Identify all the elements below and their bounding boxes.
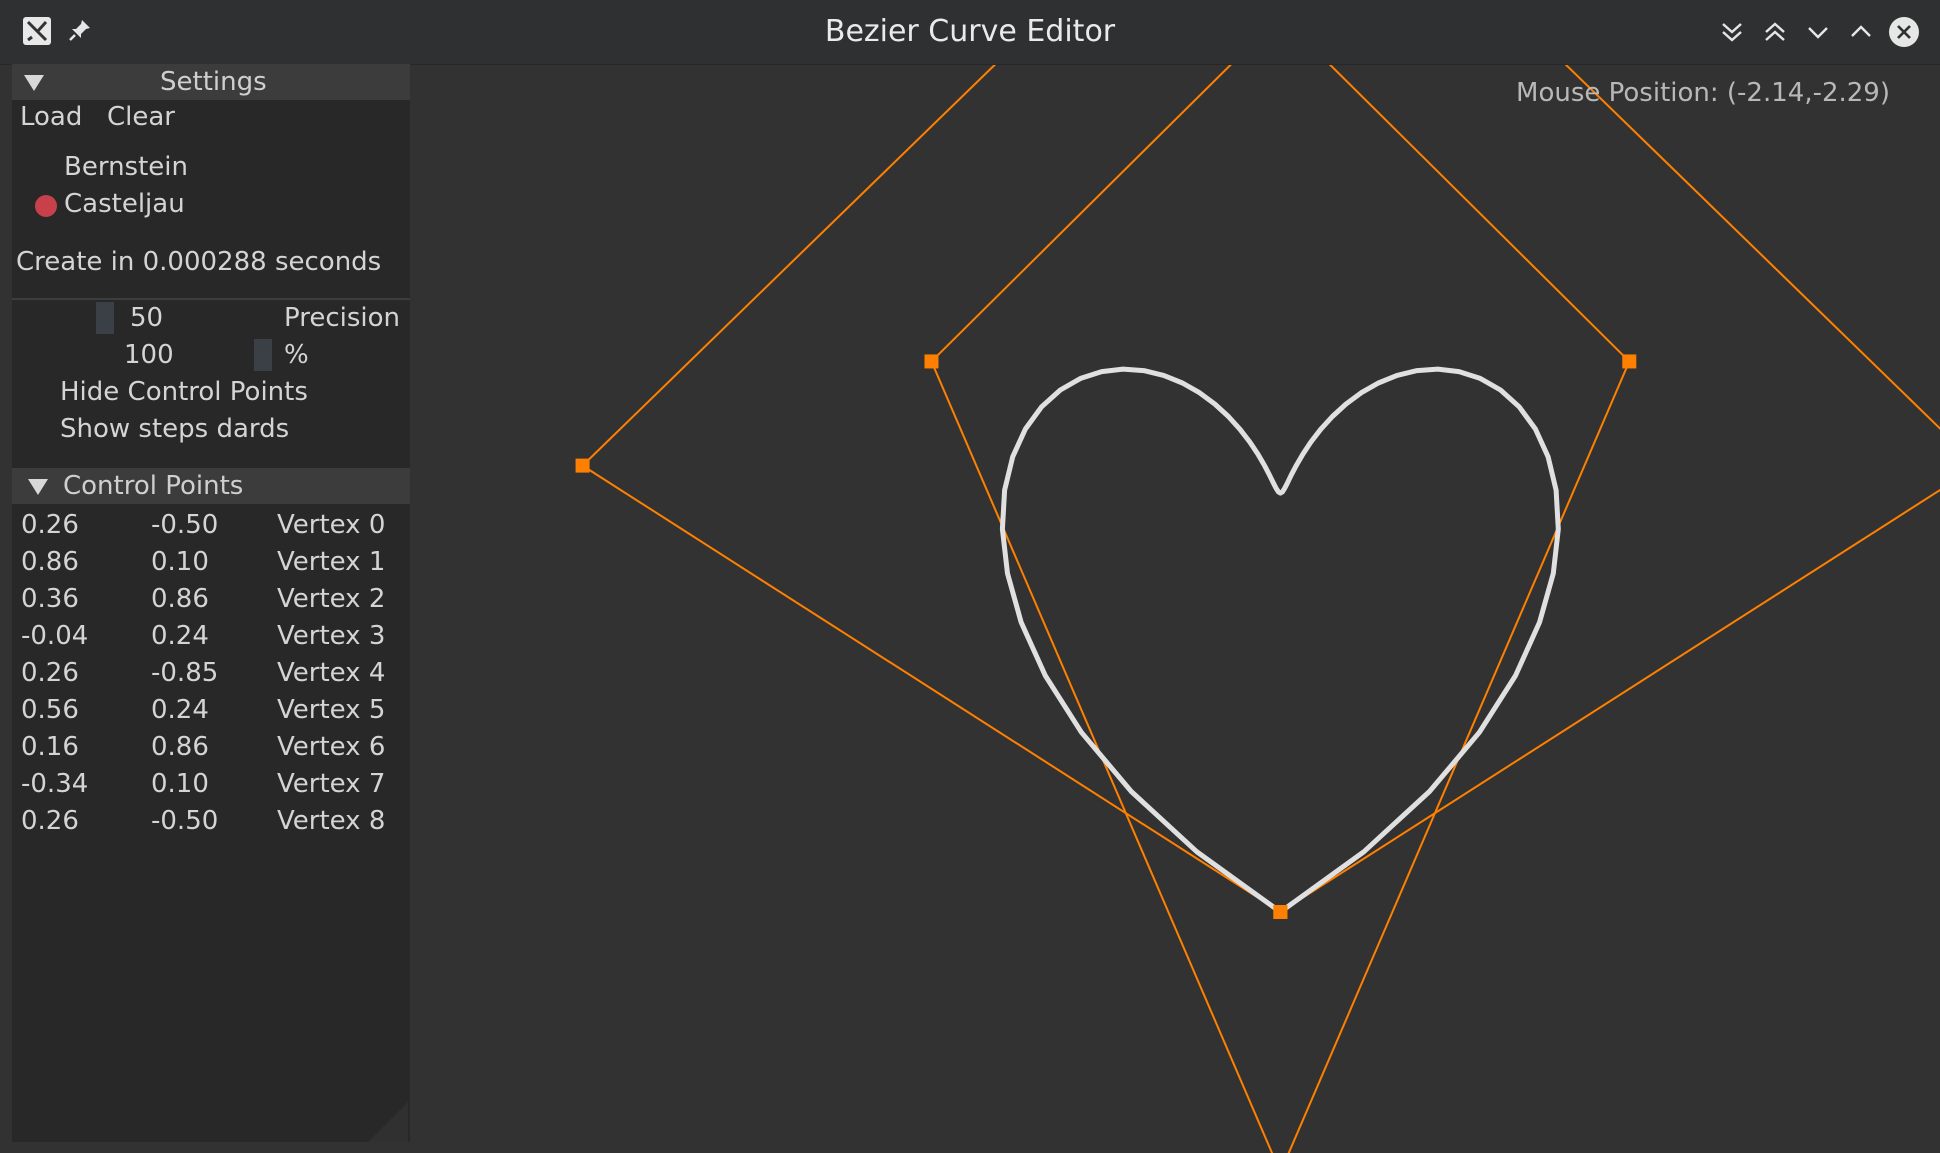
- vertex-y[interactable]: 0.24: [151, 695, 209, 725]
- divider: [12, 298, 410, 300]
- keep-above-icon[interactable]: [1759, 16, 1791, 48]
- window-title: Bezier Curve Editor: [824, 14, 1116, 49]
- vertex-y[interactable]: -0.50: [151, 510, 218, 540]
- control-points-header[interactable]: Control Points: [12, 468, 410, 504]
- vertex-name: Vertex 7: [277, 769, 386, 799]
- title-bar[interactable]: Bezier Curve Editor: [0, 0, 1940, 65]
- vertex-y[interactable]: -0.50: [151, 806, 218, 836]
- vertex-name: Vertex 5: [277, 695, 386, 725]
- hide-control-points-toggle[interactable]: Hide Control Points: [60, 377, 308, 407]
- polygon-segment: [1287, 361, 1631, 1153]
- vertex-x[interactable]: 0.36: [21, 584, 79, 614]
- slider-grab[interactable]: [96, 302, 114, 334]
- bezier-curve: [999, 366, 1561, 915]
- vertex-x[interactable]: -0.04: [21, 621, 88, 651]
- vertex-y[interactable]: 0.10: [151, 769, 209, 799]
- control-point-handle[interactable]: [575, 458, 590, 473]
- create-time-text: Create in 0.000288 seconds: [16, 247, 382, 277]
- polygon-segment: [930, 361, 1274, 1153]
- radio-label-bernstein: Bernstein: [64, 152, 188, 182]
- control-polygon: [581, 0, 1940, 1153]
- settings-header[interactable]: Settings: [12, 64, 410, 100]
- vertex-name: Vertex 6: [277, 732, 386, 762]
- resize-grip-icon[interactable]: [368, 1102, 408, 1142]
- collapse-arrow-icon: [28, 479, 48, 495]
- percent-value: 100: [124, 340, 174, 370]
- polygon-segment: [582, 464, 1281, 913]
- control-point-handle[interactable]: [924, 354, 939, 369]
- radio-label-casteljau: Casteljau: [64, 189, 185, 219]
- collapse-arrow-icon: [24, 75, 44, 91]
- vertex-name: Vertex 3: [277, 621, 386, 651]
- vertex-x[interactable]: 0.86: [21, 547, 79, 577]
- vertex-y[interactable]: 0.86: [151, 732, 209, 762]
- vertex-y[interactable]: -0.85: [151, 658, 218, 688]
- vertex-x[interactable]: 0.26: [21, 510, 79, 540]
- polygon-segment: [1497, 0, 1940, 430]
- close-icon[interactable]: [1888, 16, 1920, 48]
- precision-value: 50: [130, 303, 164, 333]
- vertex-name: Vertex 1: [277, 547, 386, 577]
- vertex-y[interactable]: 0.24: [151, 621, 209, 651]
- maximize-icon[interactable]: [1845, 16, 1877, 48]
- load-button[interactable]: Load: [20, 102, 82, 132]
- mouse-position-readout: Mouse Position: (-2.14,-2.29): [1516, 78, 1890, 108]
- control-point-handles[interactable]: [575, 0, 1940, 1153]
- show-steps-toggle[interactable]: Show steps dards: [60, 414, 289, 444]
- percent-label: %: [284, 340, 309, 370]
- control-point-handle[interactable]: [1622, 354, 1637, 369]
- keep-below-icon[interactable]: [1716, 16, 1748, 48]
- vertex-x[interactable]: 0.56: [21, 695, 79, 725]
- control-points-title: Control Points: [63, 471, 244, 501]
- polygon-segment: [581, 0, 1063, 467]
- vertex-y[interactable]: 0.86: [151, 584, 209, 614]
- minimize-icon[interactable]: [1802, 16, 1834, 48]
- clear-button[interactable]: Clear: [107, 102, 175, 132]
- settings-title: Settings: [160, 67, 267, 97]
- precision-label: Precision: [284, 303, 401, 333]
- vertex-x[interactable]: -0.34: [21, 769, 88, 799]
- slider-grab[interactable]: [254, 339, 272, 371]
- vertex-name: Vertex 4: [277, 658, 386, 688]
- vertex-x[interactable]: 0.26: [21, 806, 79, 836]
- control-point-handle[interactable]: [1273, 905, 1288, 919]
- radio-selected-icon: [35, 195, 57, 217]
- vertex-x[interactable]: 0.26: [21, 658, 79, 688]
- vertex-name: Vertex 8: [277, 806, 386, 836]
- vertex-y[interactable]: 0.10: [151, 547, 209, 577]
- polygon-segment: [1279, 488, 1940, 913]
- vertex-name: Vertex 0: [277, 510, 386, 540]
- vertex-x[interactable]: 0.16: [21, 732, 79, 762]
- vertex-name: Vertex 2: [277, 584, 386, 614]
